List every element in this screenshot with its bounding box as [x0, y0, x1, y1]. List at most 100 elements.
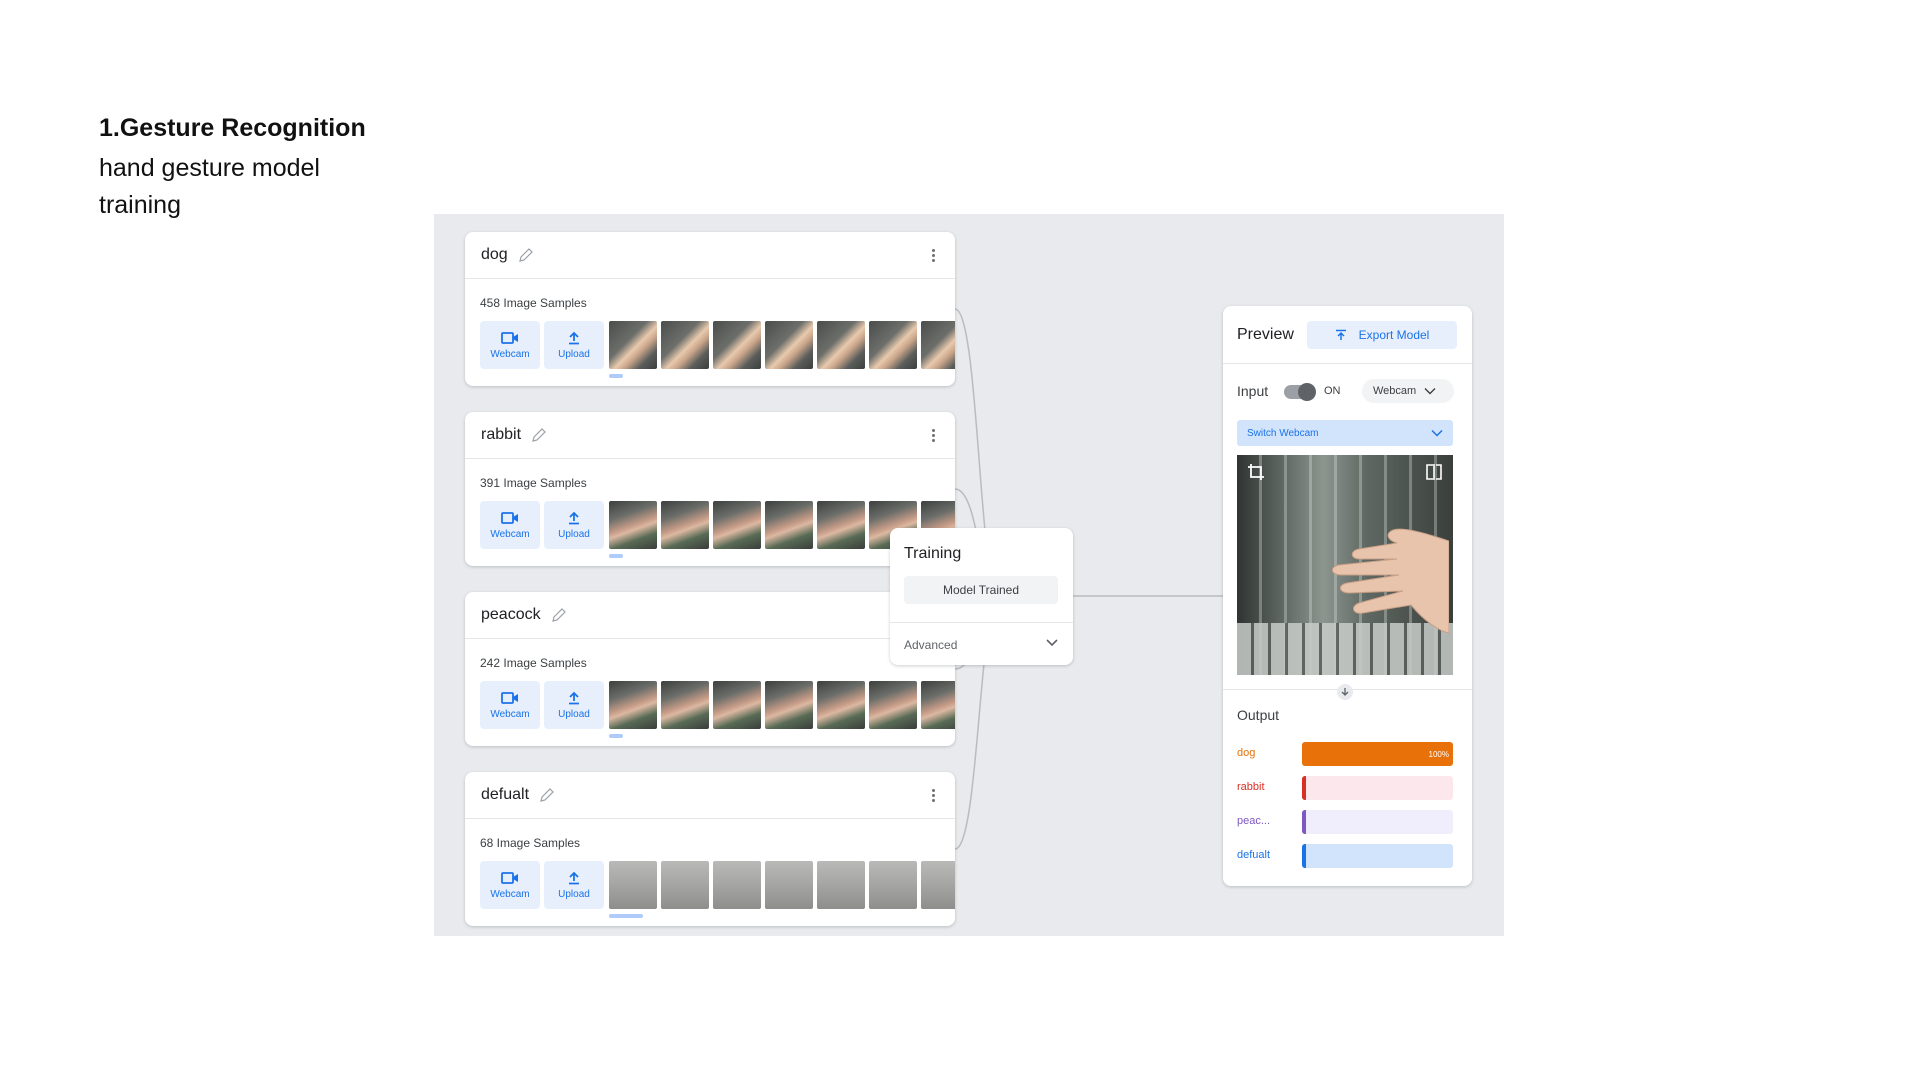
confidence-bar: 100%	[1302, 742, 1453, 766]
advanced-toggle[interactable]: Advanced	[904, 638, 957, 652]
output-class-name: dog	[1237, 747, 1256, 759]
sample-thumbnail[interactable]	[661, 321, 709, 369]
thumbnail-scrollbar[interactable]	[609, 914, 643, 918]
thumbnail-scrollbar[interactable]	[609, 734, 623, 738]
class-card-header: dog	[465, 232, 955, 279]
videocam-icon	[501, 331, 518, 344]
confidence-bar	[1302, 776, 1453, 800]
webcam-button-label: Webcam	[490, 708, 530, 720]
more-vert-icon[interactable]	[931, 249, 935, 265]
sample-thumbnail[interactable]	[661, 501, 709, 549]
pencil-icon[interactable]	[539, 787, 555, 803]
class-card-defualt: defualt 68 Image Samples Webcam Upload	[465, 772, 955, 926]
sample-thumbnail[interactable]	[869, 681, 917, 729]
sample-thumbnail[interactable]	[869, 321, 917, 369]
output-class-name: rabbit	[1237, 781, 1265, 793]
class-name[interactable]: peacock	[481, 606, 541, 624]
upload-button[interactable]: Upload	[544, 681, 604, 729]
output-row: rabbit	[1237, 776, 1453, 800]
class-card-header: peacock	[465, 592, 955, 639]
class-card-dog: dog 458 Image Samples Webcam Upload	[465, 232, 955, 386]
crop-icon[interactable]	[1247, 463, 1265, 481]
output-row: defualt	[1237, 844, 1453, 868]
upload-button[interactable]: Upload	[544, 861, 604, 909]
sample-thumbnail[interactable]	[921, 321, 955, 369]
output-label: Output	[1237, 707, 1280, 723]
class-name[interactable]: defualt	[481, 786, 529, 804]
webcam-button[interactable]: Webcam	[480, 501, 540, 549]
webcam-button-label: Webcam	[490, 888, 530, 900]
sample-thumbnail[interactable]	[609, 681, 657, 729]
class-name[interactable]: rabbit	[481, 426, 521, 444]
sample-thumbnail[interactable]	[713, 681, 761, 729]
thumbnail-scrollbar[interactable]	[609, 374, 623, 378]
confidence-fill	[1302, 810, 1306, 834]
output-row: peac...	[1237, 810, 1453, 834]
sample-thumbnail[interactable]	[921, 861, 955, 909]
slide-subtitle: hand gesture model training	[99, 154, 320, 219]
sample-thumbnail[interactable]	[817, 861, 865, 909]
class-name[interactable]: dog	[481, 246, 508, 264]
sample-thumbnail[interactable]	[765, 861, 813, 909]
confidence-fill: 100%	[1302, 742, 1453, 766]
model-trained-button[interactable]: Model Trained	[904, 576, 1058, 604]
slide-title: 1.Gesture Recognition	[99, 114, 366, 142]
pencil-icon[interactable]	[518, 247, 534, 263]
upload-button[interactable]: Upload	[544, 501, 604, 549]
sample-thumbnail[interactable]	[713, 501, 761, 549]
sample-thumbnail[interactable]	[713, 321, 761, 369]
sample-thumbnail[interactable]	[661, 681, 709, 729]
upload-button-label: Upload	[558, 888, 590, 900]
training-title: Training	[904, 545, 962, 562]
webcam-button[interactable]: Webcam	[480, 321, 540, 369]
more-vert-icon[interactable]	[931, 429, 935, 445]
sample-thumbnail[interactable]	[609, 861, 657, 909]
sample-count: 242 Image Samples	[480, 656, 587, 670]
sample-thumbnail[interactable]	[765, 321, 813, 369]
webcam-preview	[1237, 455, 1453, 675]
sample-thumbnail[interactable]	[765, 501, 813, 549]
sample-thumbnails[interactable]	[609, 681, 955, 729]
switch-webcam-select[interactable]: Switch Webcam	[1237, 420, 1453, 446]
sample-thumbnail[interactable]	[609, 501, 657, 549]
webcam-button[interactable]: Webcam	[480, 681, 540, 729]
input-source-select[interactable]: Webcam	[1362, 379, 1454, 403]
upload-button[interactable]: Upload	[544, 321, 604, 369]
webcam-button-label: Webcam	[490, 528, 530, 540]
output-class-name: defualt	[1237, 849, 1271, 861]
chevron-down-icon	[1424, 388, 1436, 395]
thumbnail-scrollbar[interactable]	[609, 554, 623, 558]
preview-panel: Preview Export Model Input ON Webcam Swi…	[1223, 306, 1472, 886]
toggle-state: ON	[1324, 385, 1341, 397]
sample-thumbnail[interactable]	[817, 501, 865, 549]
sample-thumbnail[interactable]	[713, 861, 761, 909]
arrow-down-icon	[1337, 684, 1353, 700]
sample-thumbnail[interactable]	[921, 681, 955, 729]
input-source-value: Webcam	[1373, 385, 1417, 397]
sample-thumbnail[interactable]	[817, 681, 865, 729]
pencil-icon[interactable]	[531, 427, 547, 443]
videocam-icon	[501, 511, 518, 524]
sample-thumbnail[interactable]	[869, 861, 917, 909]
output-row: dog 100%	[1237, 742, 1453, 766]
sample-thumbnail[interactable]	[765, 681, 813, 729]
upload-button-label: Upload	[558, 348, 590, 360]
divider	[1223, 363, 1472, 364]
switch-webcam-label: Switch Webcam	[1247, 427, 1319, 439]
sample-thumbnail[interactable]	[661, 861, 709, 909]
webcam-button-label: Webcam	[490, 348, 530, 360]
sample-thumbnails[interactable]	[609, 861, 955, 909]
hand-image	[1332, 528, 1449, 634]
training-panel: Training Model Trained Advanced	[890, 528, 1073, 665]
webcam-button[interactable]: Webcam	[480, 861, 540, 909]
flip-icon[interactable]	[1425, 463, 1443, 481]
export-model-button[interactable]: Export Model	[1307, 321, 1457, 349]
sample-thumbnail[interactable]	[609, 321, 657, 369]
upload-icon	[569, 691, 579, 704]
sample-thumbnails[interactable]	[609, 321, 955, 369]
pencil-icon[interactable]	[551, 607, 567, 623]
sample-thumbnail[interactable]	[817, 321, 865, 369]
chevron-down-icon[interactable]	[1045, 636, 1059, 650]
input-toggle[interactable]	[1284, 383, 1316, 401]
more-vert-icon[interactable]	[931, 789, 935, 805]
